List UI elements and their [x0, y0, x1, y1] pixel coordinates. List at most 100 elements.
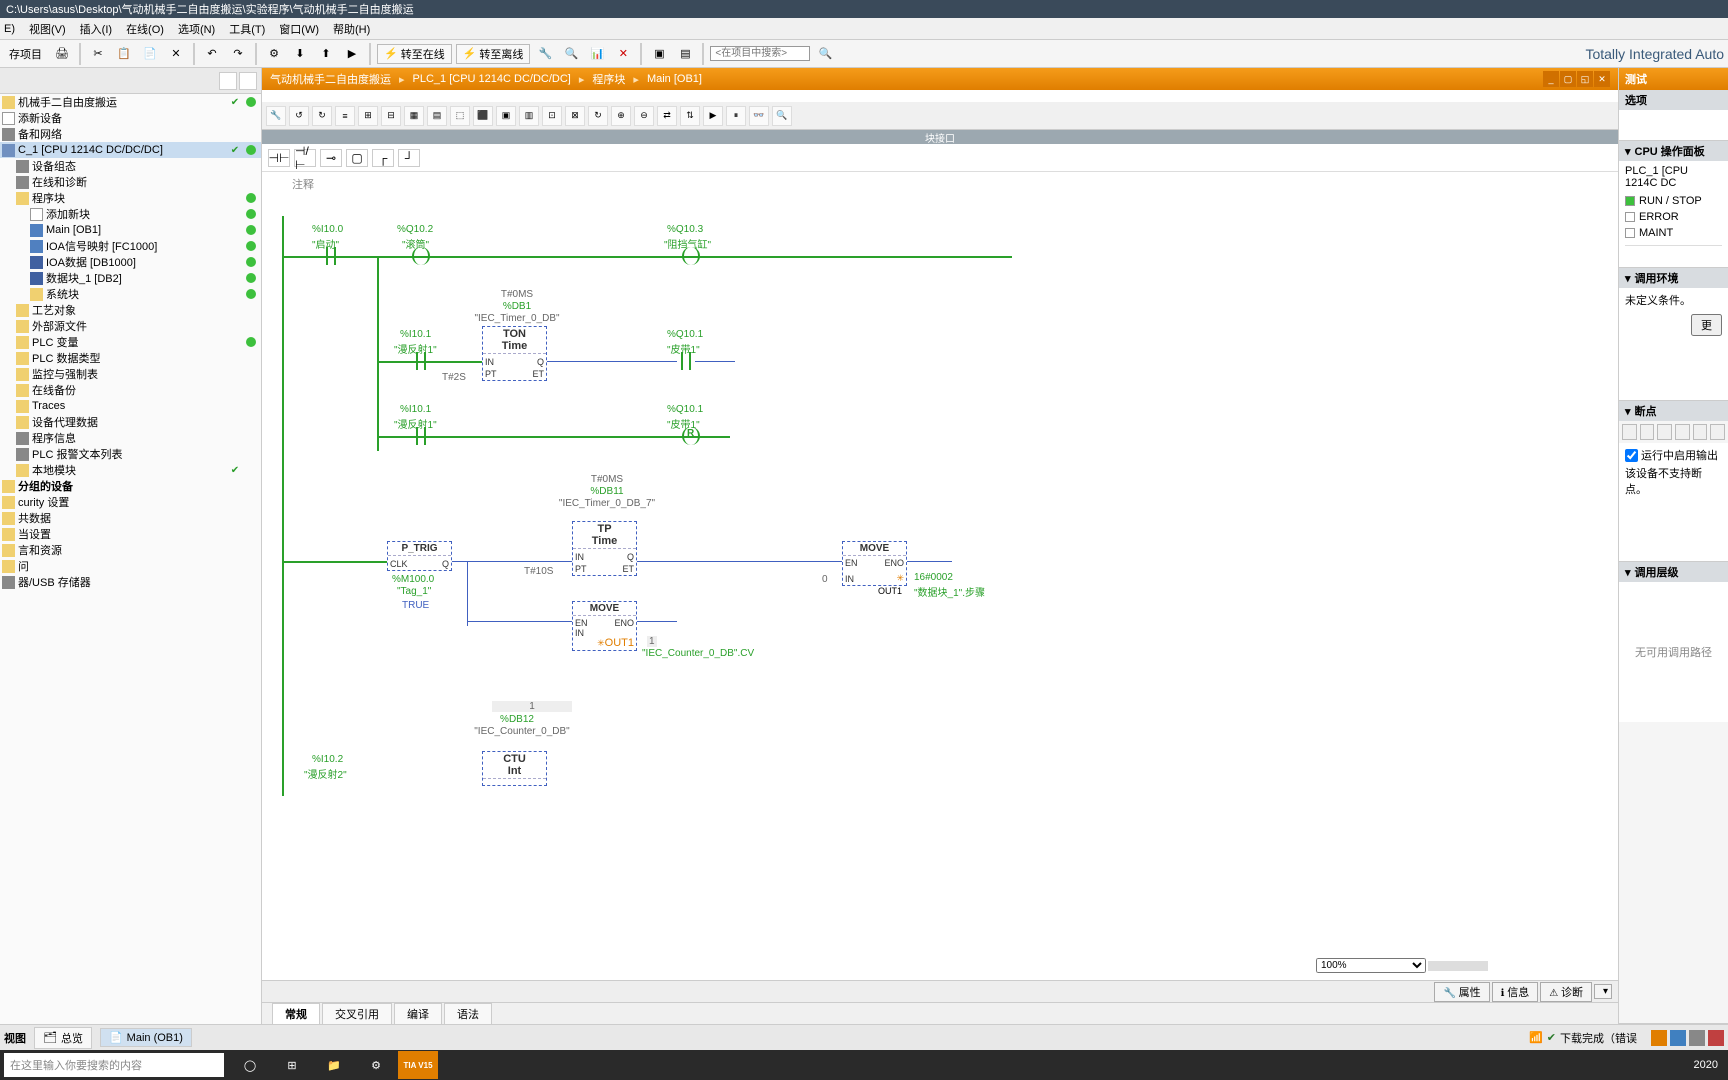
bp-tool-icon[interactable] [1693, 424, 1708, 440]
diagnostics-tab[interactable]: ⚠ 诊断 [1540, 982, 1592, 1002]
maximize-icon[interactable]: ▢ [1560, 71, 1576, 87]
menu-window[interactable]: 窗口(W) [279, 21, 319, 37]
et-icon[interactable]: ▶ [703, 106, 723, 126]
main-ob1-tab[interactable]: 📄 Main (OB1) [100, 1028, 192, 1047]
tree-item[interactable]: C_1 [CPU 1214C DC/DC/DC]✔ [0, 142, 261, 158]
call-env-header[interactable]: ▾ 调用环境 [1619, 268, 1728, 288]
tree-item[interactable]: 程序信息 [0, 430, 261, 446]
overview-tab[interactable]: 🗂 总览 [34, 1027, 92, 1049]
tree-item[interactable]: 系统块 [0, 286, 261, 302]
tb-icon-5[interactable]: ▣ [648, 43, 670, 65]
tree-item[interactable]: 本地模块✔ [0, 462, 261, 478]
branch-close-icon[interactable]: ┘ [398, 149, 420, 167]
project-tree[interactable]: 机械手二自由度搬运✔添新设备备和网络C_1 [CPU 1214C DC/DC/D… [0, 94, 261, 1024]
et-icon[interactable]: ↺ [289, 106, 309, 126]
sim-icon[interactable]: ▶ [341, 43, 363, 65]
tree-item[interactable]: 添加新块 [0, 206, 261, 222]
tab-compile[interactable]: 编译 [394, 1003, 442, 1024]
tb-icon-4[interactable]: ✕ [612, 43, 634, 65]
close-icon[interactable]: ✕ [1594, 71, 1610, 87]
tree-item[interactable]: Traces [0, 398, 261, 414]
coil-icon[interactable]: ⊸ [320, 149, 342, 167]
call-hier-header[interactable]: ▾ 调用层级 [1619, 562, 1728, 582]
tree-item[interactable]: 监控与强制表 [0, 366, 261, 382]
compile-icon[interactable]: ⚙ [263, 43, 285, 65]
et-icon[interactable]: ⬚ [450, 106, 470, 126]
search-go-icon[interactable]: 🔍 [814, 43, 836, 65]
nc-contact-icon[interactable]: ⊣/⊢ [294, 149, 316, 167]
tree-item[interactable]: PLC 报警文本列表 [0, 446, 261, 462]
tab-general[interactable]: 常规 [272, 1003, 320, 1024]
taskview-icon[interactable]: ⊞ [272, 1051, 312, 1079]
bp-tool-icon[interactable] [1640, 424, 1655, 440]
et-icon[interactable]: ≡ [335, 106, 355, 126]
paste-icon[interactable]: 📄 [139, 43, 161, 65]
et-icon[interactable]: ⊖ [634, 106, 654, 126]
et-icon[interactable]: 🔍 [772, 106, 792, 126]
et-icon[interactable]: ⇅ [680, 106, 700, 126]
bp-tool-icon[interactable] [1710, 424, 1725, 440]
menu-options[interactable]: 选项(N) [178, 21, 215, 37]
tb-icon-3[interactable]: 📊 [586, 43, 608, 65]
app-icon[interactable]: ⚙ [356, 1051, 396, 1079]
menu-view[interactable]: 视图(V) [29, 21, 66, 37]
et-icon[interactable]: ▣ [496, 106, 516, 126]
ton-block[interactable]: TONTime IN Q PT ET [482, 326, 547, 381]
no-contact-icon[interactable]: ⊣⊢ [268, 149, 290, 167]
et-icon[interactable]: ↻ [588, 106, 608, 126]
move2-block[interactable]: MOVE EN ENO IN ✳ [842, 541, 907, 586]
view-label[interactable]: 视图 [4, 1030, 26, 1046]
tree-item[interactable]: PLC 变量 [0, 334, 261, 350]
tb-icon-6[interactable]: ▤ [674, 43, 696, 65]
crumb-blocks[interactable]: 程序块 [592, 71, 625, 87]
tree-view-icon-1[interactable] [219, 72, 237, 90]
et-icon[interactable]: ⊟ [381, 106, 401, 126]
properties-tab[interactable]: 🔧 属性 [1434, 982, 1489, 1002]
tree-item[interactable]: 在线备份 [0, 382, 261, 398]
et-icon[interactable]: ⬛ [473, 106, 493, 126]
go-online-button[interactable]: ⚡转至在线 [377, 44, 452, 64]
explorer-icon[interactable]: 📁 [314, 1051, 354, 1079]
branch-open-icon[interactable]: ┌ [372, 149, 394, 167]
et-icon[interactable]: 👓 [749, 106, 769, 126]
tree-item[interactable]: 当设置 [0, 526, 261, 542]
copy-icon[interactable]: 📋 [113, 43, 135, 65]
et-icon[interactable]: ⊕ [611, 106, 631, 126]
tree-item[interactable]: curity 设置 [0, 494, 261, 510]
ctu-block[interactable]: CTUInt [482, 751, 547, 786]
menu-tools[interactable]: 工具(T) [229, 21, 265, 37]
cut-icon[interactable]: ✂ [87, 43, 109, 65]
bp-tool-icon[interactable] [1622, 424, 1637, 440]
et-icon[interactable]: ⊡ [542, 106, 562, 126]
options-header[interactable]: 选项 [1619, 90, 1728, 110]
restore-icon[interactable]: ◱ [1577, 71, 1593, 87]
tree-item[interactable]: 工艺对象 [0, 302, 261, 318]
tab-syntax[interactable]: 语法 [444, 1003, 492, 1024]
inspector-collapse-icon[interactable]: ▾ [1594, 984, 1612, 999]
et-icon[interactable]: ↻ [312, 106, 332, 126]
tree-item[interactable]: 外部源文件 [0, 318, 261, 334]
tab-crossref[interactable]: 交叉引用 [322, 1003, 392, 1024]
et-icon[interactable]: ▥ [519, 106, 539, 126]
tree-view-icon-2[interactable] [239, 72, 257, 90]
zoom-slider[interactable] [1428, 961, 1488, 971]
tree-item[interactable]: 言和资源 [0, 542, 261, 558]
tree-item[interactable]: IOA信号映射 [FC1000] [0, 238, 261, 254]
block-interface-header[interactable]: 块接口 [262, 130, 1618, 144]
save-project-button[interactable]: 存项目 [4, 43, 47, 65]
tray-icon[interactable] [1689, 1030, 1705, 1046]
crumb-main[interactable]: Main [OB1] [647, 73, 702, 85]
crumb-project[interactable]: 气动机械手二自由度搬运 [270, 71, 391, 87]
tree-item[interactable]: 器/USB 存储器 [0, 574, 261, 590]
tree-item[interactable]: 程序块 [0, 190, 261, 206]
move1-block[interactable]: MOVE EN ENO IN ✳OUT1 [572, 601, 637, 651]
minimize-icon[interactable]: _ [1543, 71, 1559, 87]
breakpoints-header[interactable]: ▾ 断点 [1619, 401, 1728, 421]
et-icon[interactable]: ⊠ [565, 106, 585, 126]
go-offline-button[interactable]: ⚡转至离线 [456, 44, 531, 64]
tree-item[interactable]: 问 [0, 558, 261, 574]
redo-icon[interactable]: ↷ [227, 43, 249, 65]
cpu-panel-header[interactable]: ▾ CPU 操作面板 [1619, 141, 1728, 161]
cortana-icon[interactable]: ◯ [230, 1051, 270, 1079]
upload-icon[interactable]: ⬆ [315, 43, 337, 65]
